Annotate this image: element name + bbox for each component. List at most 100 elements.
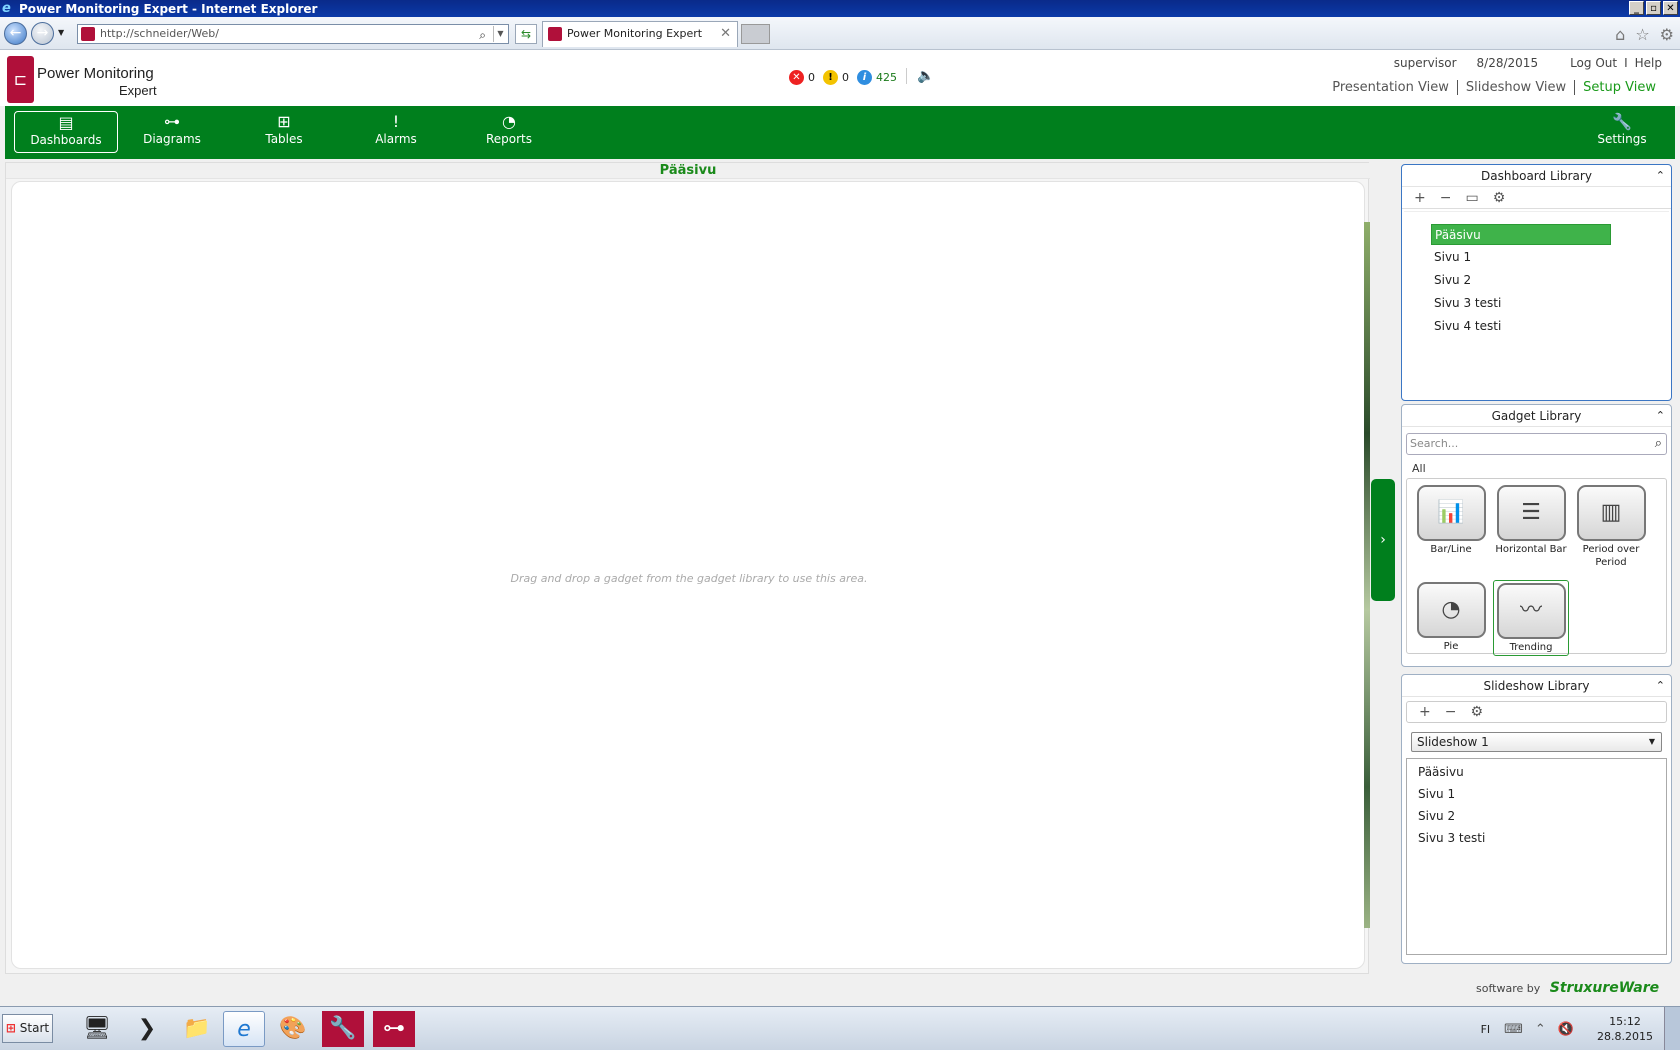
search-icon[interactable]: ⌕ xyxy=(1655,434,1662,454)
restore-button[interactable]: ▫ xyxy=(1646,1,1661,15)
toggle-sidebar-button[interactable]: › xyxy=(1371,479,1395,601)
window-title: Power Monitoring Expert - Internet Explo… xyxy=(19,1,318,16)
gadget-bar-line[interactable]: 📊 Bar/Line xyxy=(1413,485,1489,556)
dashboard-icon: ▤ xyxy=(58,113,74,132)
refresh-button[interactable]: ⇆ xyxy=(515,24,537,44)
slideshow-list: Pääsivu Sivu 1 Sivu 2 Sivu 3 testi xyxy=(1406,758,1667,955)
username: supervisor xyxy=(1393,56,1457,70)
alarm-status[interactable]: ✕ 0 ! 0 i 425 xyxy=(789,70,901,85)
show-desktop-button[interactable] xyxy=(1664,1007,1680,1050)
search-placeholder: Search... xyxy=(1410,437,1459,450)
pme-management-icon[interactable]: 🔧 xyxy=(322,1011,364,1047)
show-hidden-icons[interactable]: ⌃ xyxy=(1535,1022,1546,1037)
add-icon[interactable]: + xyxy=(1419,704,1431,720)
list-item[interactable]: Sivu 2 xyxy=(1431,270,1611,291)
pme-logo-icon: ⊏ xyxy=(7,56,34,103)
alarm-icon: ! xyxy=(392,112,400,131)
add-icon[interactable]: + xyxy=(1414,190,1426,206)
speaker-muted-icon[interactable]: 🔈 xyxy=(906,68,934,84)
panel-header: Gadget Library ⌃ xyxy=(1402,405,1671,427)
nav-tables[interactable]: ⊞ Tables xyxy=(232,111,336,153)
explorer-folder-icon[interactable]: 📁 xyxy=(176,1011,218,1047)
gadget-search-input[interactable]: Search... ⌕ xyxy=(1406,433,1667,455)
nav-reports[interactable]: ◔ Reports xyxy=(457,111,561,153)
gear-icon[interactable]: ⚙ xyxy=(1660,25,1674,44)
add-group-icon[interactable]: ▭ xyxy=(1465,190,1478,206)
slideshow-library-panel: Slideshow Library ⌃ + − ⚙ Slideshow 1 ▼ … xyxy=(1401,674,1672,964)
nav-alarms[interactable]: ! Alarms xyxy=(344,111,448,153)
presentation-view-link[interactable]: Presentation View xyxy=(1324,80,1458,95)
windows-logo-icon: ⊞ xyxy=(5,1021,16,1035)
footer-credit: software by StruxureWare xyxy=(1476,980,1659,996)
language-indicator[interactable]: FI xyxy=(1481,1023,1491,1036)
nav-settings[interactable]: 🔧 Settings xyxy=(1570,111,1674,153)
server-manager-icon[interactable]: 🖥 xyxy=(76,1011,118,1047)
dashboard-library-panel: Dashboard Library ⌃ + − ▭ ⚙ Pääsivu Sivu… xyxy=(1401,164,1672,401)
logo-subtitle: Expert xyxy=(119,83,157,98)
pme-designer-icon[interactable]: ⊶ xyxy=(373,1011,415,1047)
nav-label: Settings xyxy=(1597,132,1647,146)
list-item[interactable]: Sivu 3 testi xyxy=(1431,293,1611,314)
table-icon: ⊞ xyxy=(277,112,291,131)
report-icon: ◔ xyxy=(502,112,516,131)
slideshow-toolbar: + − ⚙ xyxy=(1406,701,1667,723)
favorites-star-icon[interactable]: ☆ xyxy=(1635,25,1649,44)
panel-title: Dashboard Library xyxy=(1481,169,1592,183)
chevron-up-icon[interactable]: ⌃ xyxy=(1656,165,1665,187)
gadget-period-over-period[interactable]: ▥ Period over Period xyxy=(1573,485,1649,569)
powershell-icon[interactable]: ❯ xyxy=(126,1011,168,1047)
list-item[interactable]: Pääsivu xyxy=(1431,224,1611,245)
gear-icon[interactable]: ⚙ xyxy=(1470,704,1483,720)
nav-label: Dashboards xyxy=(30,133,102,147)
gadget-drop-area[interactable]: Drag and drop a gadget from the gadget l… xyxy=(11,181,1365,969)
remove-icon[interactable]: − xyxy=(1445,704,1457,720)
keyboard-icon[interactable]: ⌨ xyxy=(1504,1022,1523,1037)
address-bar[interactable]: http://schneider/Web/ ⌕ ▼ xyxy=(77,24,509,44)
close-button[interactable]: ✕ xyxy=(1663,1,1678,15)
error-icon: ✕ xyxy=(789,70,804,85)
gear-icon[interactable]: ⚙ xyxy=(1493,190,1506,206)
list-item[interactable]: Sivu 1 xyxy=(1418,787,1455,801)
forward-button[interactable]: → xyxy=(31,22,54,45)
browser-tab[interactable]: Power Monitoring Expert ✕ xyxy=(542,21,738,47)
gadget-horizontal-bar[interactable]: ☰ Horizontal Bar xyxy=(1493,485,1569,556)
history-dropdown-icon[interactable]: ▼ xyxy=(58,28,64,37)
chevron-up-icon[interactable]: ⌃ xyxy=(1656,675,1665,697)
search-icon[interactable]: ⌕ xyxy=(479,26,486,44)
clock[interactable]: 15:12 28.8.2015 xyxy=(1586,1014,1664,1044)
home-icon[interactable]: ⌂ xyxy=(1615,25,1625,44)
list-item[interactable]: Sivu 1 xyxy=(1431,247,1611,268)
list-item[interactable]: Pääsivu xyxy=(1418,765,1464,779)
help-link[interactable]: Help xyxy=(1635,56,1662,70)
logout-link[interactable]: Log Out xyxy=(1570,56,1617,70)
paint-icon[interactable]: 🎨 xyxy=(272,1011,314,1047)
minimize-button[interactable]: _ xyxy=(1629,1,1644,15)
address-dropdown-icon[interactable]: ▼ xyxy=(493,26,507,42)
info-icon: i xyxy=(857,70,872,85)
list-item[interactable]: Sivu 2 xyxy=(1418,809,1455,823)
back-button[interactable]: ← xyxy=(4,22,27,45)
start-button[interactable]: ⊞ Start xyxy=(2,1014,53,1043)
volume-muted-icon[interactable]: 🔇 xyxy=(1558,1022,1574,1037)
nav-diagrams[interactable]: ⊶ Diagrams xyxy=(120,111,224,153)
gadget-pie[interactable]: ◔ Pie xyxy=(1413,582,1489,653)
setup-view-link[interactable]: Setup View xyxy=(1575,80,1664,95)
nav-dashboards[interactable]: ▤ Dashboards xyxy=(14,111,118,153)
list-item[interactable]: Sivu 4 testi xyxy=(1431,316,1611,337)
list-item[interactable]: Sivu 3 testi xyxy=(1418,831,1485,845)
system-tray: FI ⌨ ⌃ 🔇 15:12 28.8.2015 xyxy=(1481,1007,1680,1050)
gadget-grid: 📊 Bar/Line ☰ Horizontal Bar ▥ Period ove… xyxy=(1406,478,1667,656)
slideshow-select[interactable]: Slideshow 1 ▼ xyxy=(1411,732,1662,752)
link-separator: I xyxy=(1624,56,1628,70)
gadget-trending[interactable]: 〰 Trending xyxy=(1493,580,1569,656)
gadget-filter[interactable]: All xyxy=(1412,462,1426,475)
chevron-down-icon: ▼ xyxy=(1648,737,1655,746)
internet-explorer-icon[interactable]: e xyxy=(223,1011,265,1047)
remove-icon[interactable]: − xyxy=(1440,190,1452,206)
drop-hint: Drag and drop a gadget from the gadget l… xyxy=(510,572,868,585)
new-tab-button[interactable] xyxy=(741,24,770,44)
slideshow-view-link[interactable]: Slideshow View xyxy=(1458,80,1576,95)
chevron-up-icon[interactable]: ⌃ xyxy=(1656,405,1665,427)
clock-date: 28.8.2015 xyxy=(1597,1030,1653,1043)
tab-close-icon[interactable]: ✕ xyxy=(720,22,731,46)
